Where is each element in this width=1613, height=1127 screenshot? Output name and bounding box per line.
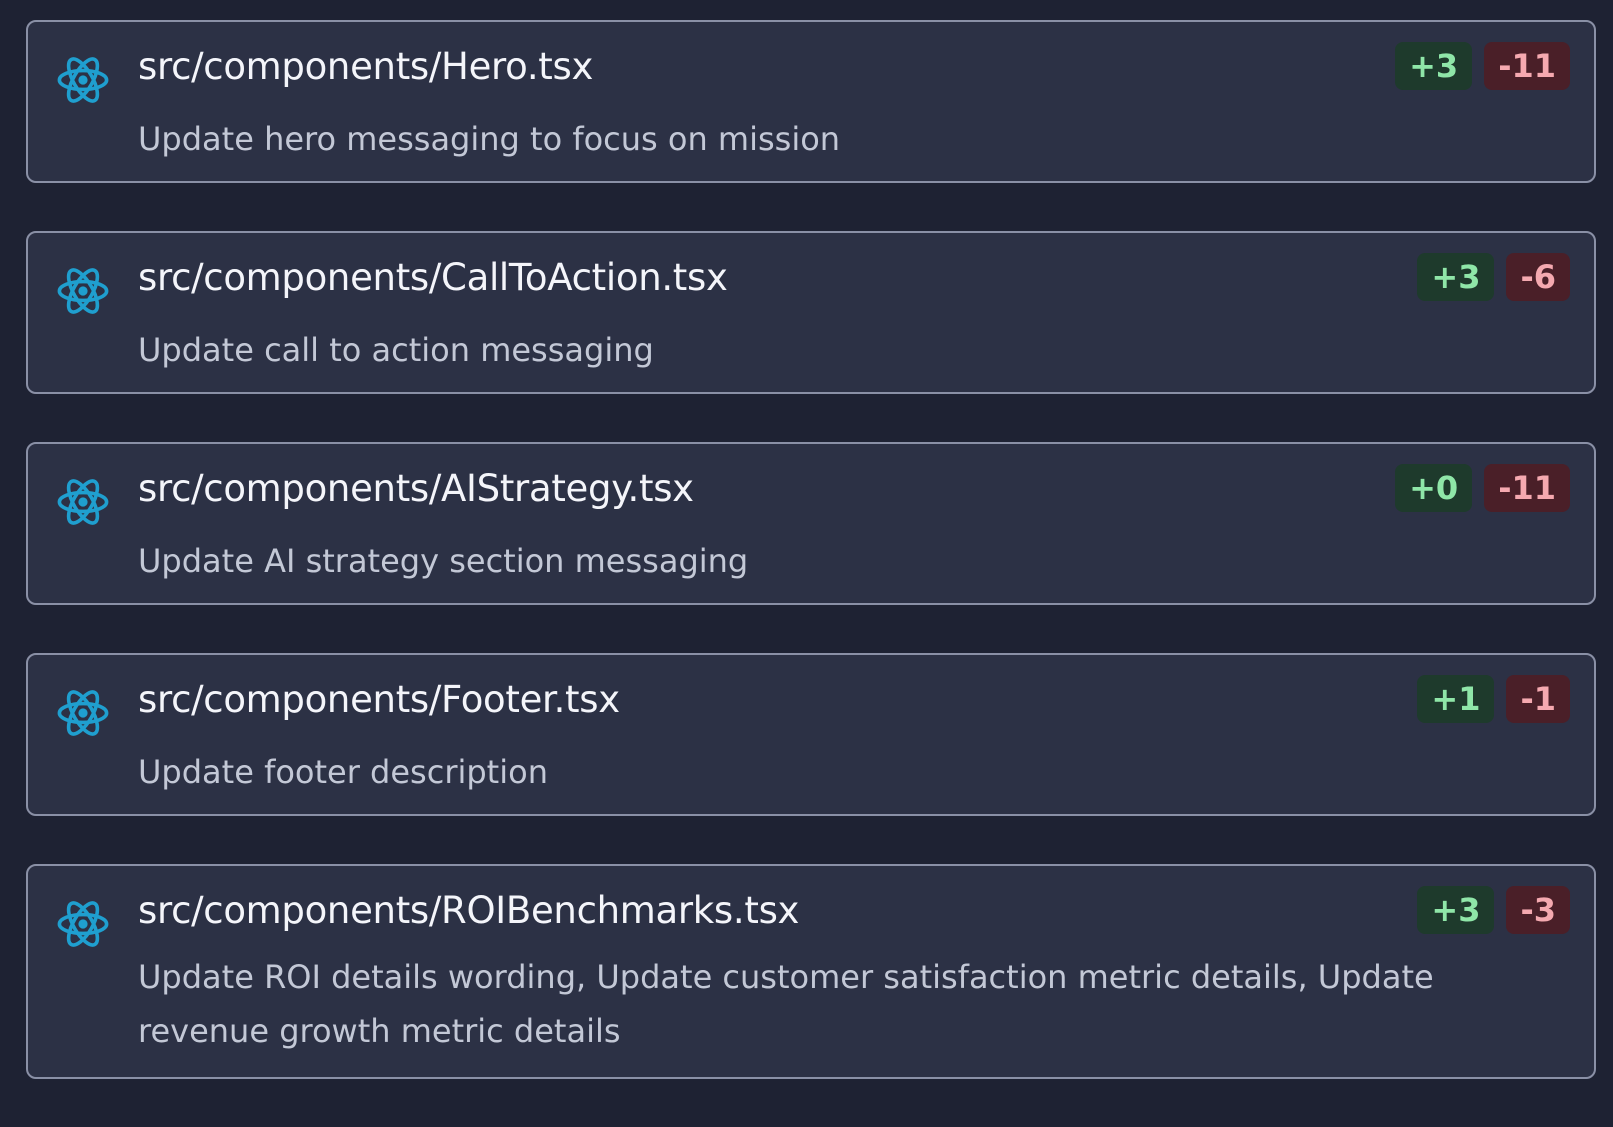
react-icon: [57, 268, 109, 314]
diff-stats: +0 -11: [1395, 464, 1570, 512]
file-path: src/components/AIStrategy.tsx: [138, 467, 694, 510]
additions-badge: +3: [1417, 886, 1495, 934]
deletions-badge: -1: [1506, 675, 1570, 723]
diff-stats: +3 -6: [1417, 253, 1570, 301]
file-description: Update hero messaging to focus on missio…: [138, 120, 841, 158]
react-icon: [57, 479, 109, 525]
file-description: Update AI strategy section messaging: [138, 542, 749, 580]
file-card-calltoaction[interactable]: src/components/CallToAction.tsx Update c…: [26, 231, 1596, 394]
deletions-badge: -11: [1484, 464, 1570, 512]
file-card-roibenchmarks[interactable]: src/components/ROIBenchmarks.tsx Update …: [26, 864, 1596, 1079]
file-card-footer[interactable]: src/components/Footer.tsx Update footer …: [26, 653, 1596, 816]
diff-stats: +1 -1: [1417, 675, 1570, 723]
file-card-aistrategy[interactable]: src/components/AIStrategy.tsx Update AI …: [26, 442, 1596, 605]
file-path: src/components/ROIBenchmarks.tsx: [138, 889, 800, 932]
additions-badge: +0: [1395, 464, 1473, 512]
additions-badge: +3: [1417, 253, 1495, 301]
deletions-badge: -6: [1506, 253, 1570, 301]
file-card-hero[interactable]: src/components/Hero.tsx Update hero mess…: [26, 20, 1596, 183]
additions-badge: +3: [1395, 42, 1473, 90]
react-icon: [57, 901, 109, 947]
file-path: src/components/CallToAction.tsx: [138, 256, 728, 299]
additions-badge: +1: [1417, 675, 1495, 723]
file-description: Update call to action messaging: [138, 331, 654, 369]
react-icon: [57, 57, 109, 103]
deletions-badge: -11: [1484, 42, 1570, 90]
file-path: src/components/Footer.tsx: [138, 678, 620, 721]
file-description: Update ROI details wording, Update custo…: [138, 958, 1434, 1050]
deletions-badge: -3: [1506, 886, 1570, 934]
react-icon: [57, 690, 109, 736]
file-path: src/components/Hero.tsx: [138, 45, 594, 88]
diff-stats: +3 -3: [1417, 886, 1570, 934]
file-description: Update footer description: [138, 753, 548, 791]
changed-files-list: src/components/Hero.tsx Update hero mess…: [26, 20, 1596, 1127]
diff-stats: +3 -11: [1395, 42, 1570, 90]
